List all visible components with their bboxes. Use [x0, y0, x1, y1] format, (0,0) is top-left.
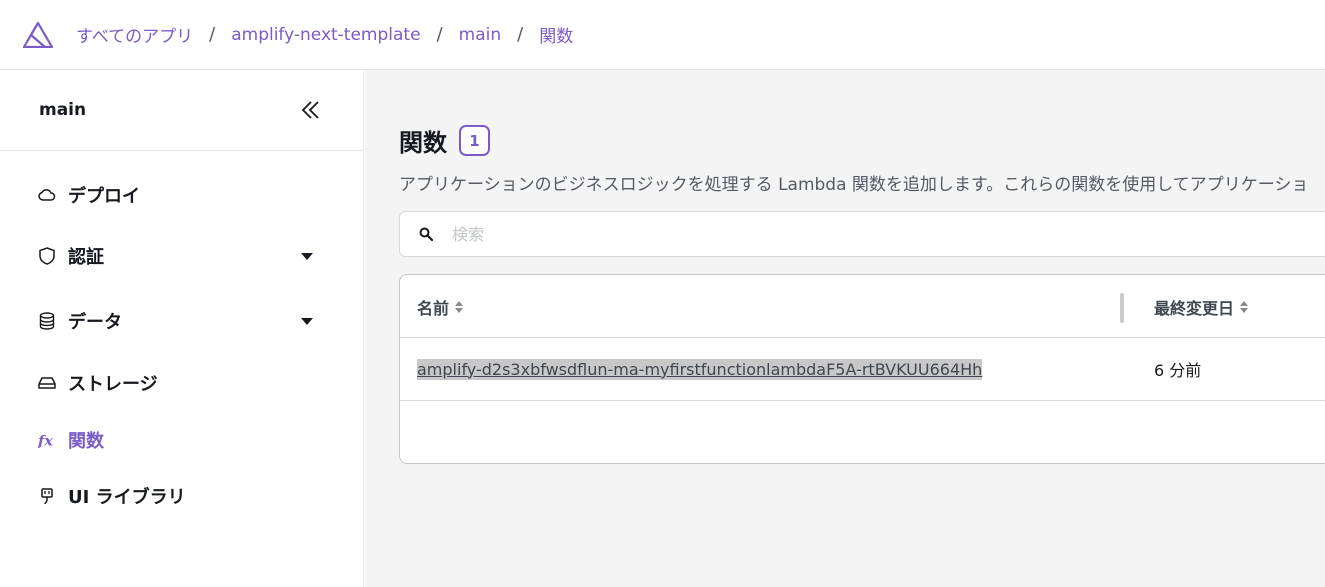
search-icon — [418, 226, 434, 242]
caret-down-icon[interactable] — [301, 317, 313, 325]
table-header: 名前 最終変更日 — [400, 275, 1325, 338]
collapse-sidebar-button[interactable] — [299, 98, 323, 122]
plug-icon — [38, 487, 56, 505]
sort-icon — [455, 300, 464, 313]
function-name-link[interactable]: amplify-d2s3xbfwsdflun-ma-myfirstfunctio… — [417, 358, 983, 380]
cloud-icon — [38, 186, 56, 204]
breadcrumb-separator: / — [436, 24, 443, 45]
breadcrumb: すべてのアプリ / amplify-next-template / main /… — [76, 22, 573, 47]
table-row: amplify-d2s3xbfwsdflun-ma-myfirstfunctio… — [400, 338, 1325, 401]
top-header: すべてのアプリ / amplify-next-template / main /… — [0, 0, 1325, 70]
cell-function-name: amplify-d2s3xbfwsdflun-ma-myfirstfunctio… — [417, 338, 983, 400]
svg-text:fx: fx — [38, 432, 53, 449]
column-resize-handle[interactable] — [1120, 293, 1124, 323]
sidebar-item-label: UI ライブラリ — [68, 487, 186, 508]
sidebar-title: main — [39, 100, 87, 120]
sidebar-item-data[interactable]: データ — [38, 308, 313, 334]
count-badge: 1 — [459, 125, 490, 156]
database-icon — [38, 312, 56, 330]
sidebar: main デプロイ 認証 データ ストレージ fx 関数 UI ライブラリ — [0, 70, 364, 587]
breadcrumb-separator: / — [209, 24, 216, 45]
search-box[interactable] — [399, 211, 1325, 257]
table-empty-row — [400, 401, 1325, 463]
function-fx-icon: fx — [38, 431, 56, 449]
sidebar-item-functions[interactable]: fx 関数 — [38, 427, 313, 453]
shield-icon — [38, 247, 56, 265]
sidebar-header: main — [0, 70, 363, 151]
sidebar-item-deploy[interactable]: デプロイ — [38, 182, 313, 208]
amplify-logo-icon[interactable] — [23, 20, 53, 50]
functions-table: 名前 最終変更日 amplify-d2s3xbfwsdflun-ma-myfir… — [399, 274, 1325, 464]
sort-icon — [1240, 300, 1249, 313]
cell-last-modified: 6 分前 — [1154, 361, 1202, 380]
sidebar-item-label: データ — [68, 312, 122, 333]
breadcrumb-current[interactable]: 関数 — [539, 22, 573, 47]
main-content: 関数 1 アプリケーションのビジネスロジックを処理する Lambda 関数を追加… — [365, 70, 1325, 587]
page-title-row: 関数 1 — [399, 123, 490, 158]
search-input[interactable] — [452, 224, 852, 244]
page-title: 関数 — [399, 129, 447, 157]
breadcrumb-separator: / — [517, 24, 524, 45]
sidebar-item-label: 認証 — [68, 247, 104, 268]
breadcrumb-app[interactable]: amplify-next-template — [231, 25, 420, 45]
column-header-last-modified[interactable]: 最終変更日 — [1154, 275, 1249, 338]
sidebar-item-storage[interactable]: ストレージ — [38, 370, 313, 396]
caret-down-icon[interactable] — [301, 252, 313, 260]
breadcrumb-branch[interactable]: main — [459, 25, 501, 45]
column-header-label: 最終変更日 — [1154, 298, 1235, 318]
sidebar-item-label: 関数 — [68, 431, 104, 452]
breadcrumb-all-apps[interactable]: すべてのアプリ — [76, 22, 193, 47]
storage-drive-icon — [38, 374, 56, 392]
column-header-label: 名前 — [417, 298, 450, 318]
sidebar-item-label: ストレージ — [68, 374, 158, 395]
sidebar-item-ui-library[interactable]: UI ライブラリ — [38, 483, 313, 509]
double-chevron-left-icon — [301, 101, 319, 119]
sidebar-item-auth[interactable]: 認証 — [38, 243, 313, 269]
sidebar-item-label: デプロイ — [68, 186, 140, 207]
page-description: アプリケーションのビジネスロジックを処理する Lambda 関数を追加します。こ… — [399, 175, 1309, 195]
column-header-name[interactable]: 名前 — [417, 275, 464, 338]
